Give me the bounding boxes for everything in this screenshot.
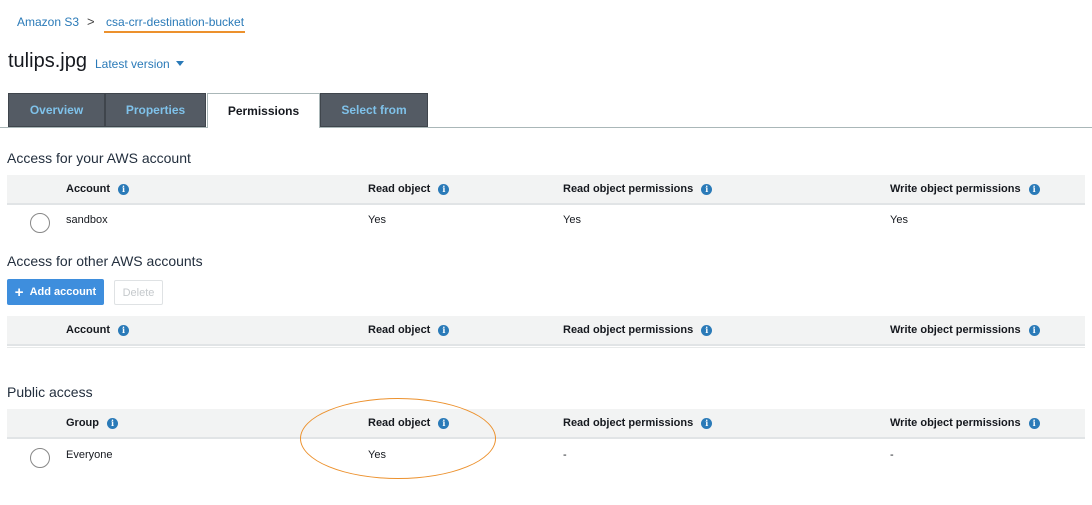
highlight-annotation-ellipse [300,398,496,479]
table-row: Everyone Yes - - [7,440,1085,472]
column-header-read-object-permissions: Read object permissions i [563,183,713,195]
delete-button[interactable]: Delete [114,280,163,305]
page-title: tulips.jpg [8,50,87,72]
tab-permissions[interactable]: Permissions [207,93,320,128]
section-heading-other-accounts: Access for other AWS accounts [7,253,203,269]
cell-account: sandbox [66,214,108,226]
row-select-radio[interactable] [30,213,50,233]
info-icon[interactable]: i [701,324,713,336]
column-header-account: Account i [66,183,129,195]
breadcrumb-active-underline [104,31,245,33]
column-header-write-object-permissions: Write object permissions i [890,183,1040,195]
cell-read-object-permissions: Yes [563,214,581,226]
column-header-group: Group i [66,417,118,429]
info-icon[interactable]: i [107,417,118,429]
section-heading-aws-account: Access for your AWS account [7,150,191,166]
column-header-account: Account i [66,324,129,336]
info-icon[interactable]: i [701,417,713,429]
table-header-public-access: Group i Read object i Read object permissi… [7,409,1085,439]
info-icon[interactable]: i [1028,183,1040,195]
column-header-write-object-permissions: Write object permissions i [890,324,1040,336]
info-icon[interactable]: i [1028,417,1040,429]
version-label: Latest version [95,57,170,71]
info-icon[interactable]: i [118,183,129,195]
add-account-label: Add account [29,286,97,298]
column-header-read-object-permissions: Read object permissions i [563,417,713,429]
info-icon[interactable]: i [1028,324,1040,336]
cell-write-object-permissions: Yes [890,214,908,226]
plus-icon: + [14,283,24,301]
info-icon[interactable]: i [438,324,450,336]
breadcrumb-root-link[interactable]: Amazon S3 [17,15,79,29]
add-account-button[interactable]: + Add account [7,279,104,305]
chevron-down-icon [175,61,184,66]
table-row: sandbox Yes Yes Yes [7,206,1085,238]
tab-overview[interactable]: Overview [8,93,105,127]
cell-group: Everyone [66,449,113,461]
cell-write-object-permissions: - [890,449,894,461]
table-header-aws-account: Account i Read object i Read object permis… [7,175,1085,205]
breadcrumb-bucket-link[interactable]: csa-crr-destination-bucket [106,15,244,29]
tab-select-from[interactable]: Select from [320,93,428,127]
column-header-write-object-permissions: Write object permissions i [890,417,1040,429]
breadcrumb: Amazon S3 > csa-crr-destination-bucket [0,0,400,40]
table-divider [7,347,1085,348]
cell-read-object: Yes [368,214,386,226]
row-select-radio[interactable] [30,448,50,468]
tab-properties[interactable]: Properties [105,93,206,127]
column-header-read-object: Read object i [368,183,450,195]
info-icon[interactable]: i [438,183,450,195]
info-icon[interactable]: i [701,183,713,195]
column-header-read-object: Read object i [368,324,450,336]
column-header-read-object-permissions: Read object permissions i [563,324,713,336]
cell-read-object-permissions: - [563,449,567,461]
version-dropdown[interactable]: Latest version [95,57,184,71]
breadcrumb-separator: > [87,14,95,29]
info-icon[interactable]: i [118,324,129,336]
table-header-other-accounts: Account i Read object i Read object permis… [7,316,1085,346]
section-heading-public-access: Public access [7,384,93,400]
tab-divider [0,127,1092,128]
